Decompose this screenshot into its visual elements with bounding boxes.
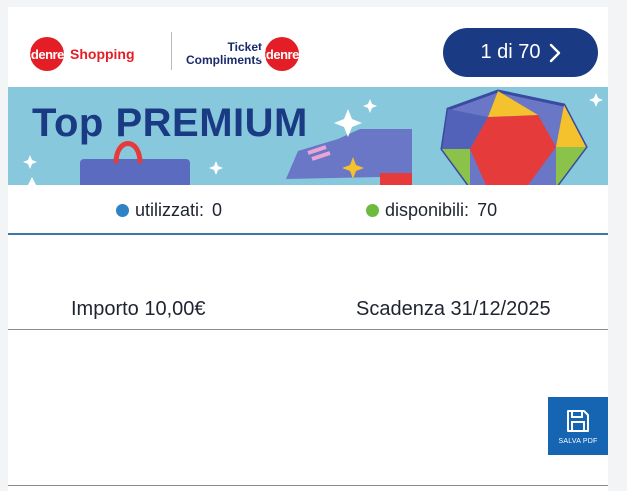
- edenred-logo-badge: Edenred: [23, 37, 72, 71]
- save-pdf-button[interactable]: SALVA PDF: [548, 397, 608, 455]
- compliments-text: Compliments: [186, 53, 263, 67]
- promo-banner: Top PREMIUM: [8, 87, 608, 185]
- available-stat: disponibili: 70: [366, 200, 497, 221]
- floppy-disk-icon: [567, 409, 589, 432]
- shopping-logo-text: Shopping: [70, 46, 135, 62]
- available-label: disponibili:: [385, 200, 470, 220]
- voucher-counter-text: 1 di 70: [480, 41, 541, 63]
- usage-stats: utilizzati: 0 disponibili: 70: [8, 185, 608, 235]
- ticket-compliments-text: Ticket Compliments: [186, 41, 262, 67]
- voucher-amount: Importo 10,00€: [71, 298, 206, 320]
- voucher-expiry: Scadenza 31/12/2025: [356, 298, 551, 320]
- bottom-divider: [8, 485, 608, 486]
- header: Edenred Shopping Ticket Compliments Eden…: [8, 7, 608, 87]
- chevron-right-icon: [549, 43, 560, 62]
- used-value: 0: [212, 200, 223, 220]
- banner-title: Top PREMIUM: [32, 101, 308, 145]
- available-value: 70: [477, 200, 498, 220]
- available-dot: [366, 204, 379, 217]
- ticket-compliments-logo: Ticket Compliments Edenred: [186, 37, 307, 71]
- voucher-info: Importo 10,00€ Scadenza 31/12/2025: [8, 235, 608, 330]
- edenred-shopping-logo: Edenred Shopping: [23, 37, 135, 71]
- edenred-logo-badge-right: Edenred: [258, 37, 307, 71]
- save-pdf-label: SALVA PDF: [558, 437, 598, 445]
- used-stat: utilizzati: 0: [116, 200, 222, 221]
- used-dot: [116, 204, 129, 217]
- voucher-card: Edenred Shopping Ticket Compliments Eden…: [8, 7, 608, 491]
- voucher-counter-button[interactable]: 1 di 70: [443, 28, 598, 77]
- used-label: utilizzati:: [135, 200, 205, 220]
- logo-divider: [171, 32, 172, 70]
